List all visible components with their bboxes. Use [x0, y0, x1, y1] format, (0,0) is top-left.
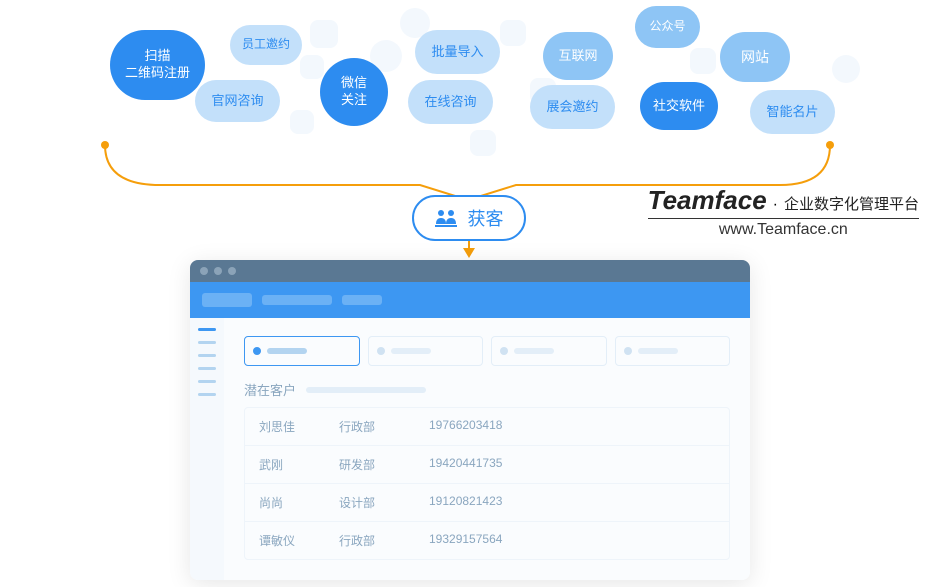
table-row[interactable]: 尚尚 设计部 19120821423: [245, 484, 729, 522]
tab[interactable]: [368, 336, 484, 366]
cell-phone: 19120821423: [429, 494, 715, 511]
sidebar-item[interactable]: [198, 328, 216, 331]
bubble-wechat-follow: 微信 关注: [320, 58, 388, 126]
cell-dept: 设计部: [339, 494, 429, 511]
center-node-label: 获客: [468, 205, 504, 231]
window-dot: [214, 267, 222, 275]
brand-name: Teamface: [648, 185, 767, 216]
sidebar-item[interactable]: [198, 341, 216, 344]
header-logo-placeholder: [202, 293, 252, 307]
bubble-employee-invite: 员工邀约: [230, 25, 302, 65]
cell-dept: 行政部: [339, 418, 429, 435]
sidebar-item[interactable]: [198, 393, 216, 396]
table-row[interactable]: 刘思佳 行政部 19766203418: [245, 408, 729, 446]
bubble-exhibition: 展会邀约: [530, 85, 615, 129]
cell-name: 武刚: [259, 456, 339, 473]
sidebar-item[interactable]: [198, 354, 216, 357]
cell-name: 尚尚: [259, 494, 339, 511]
app-header: [190, 282, 750, 318]
titlebar: [190, 260, 750, 282]
bubble-official-account: 公众号: [635, 6, 700, 48]
header-nav-placeholder: [342, 295, 382, 305]
cell-phone: 19420441735: [429, 456, 715, 473]
table-row[interactable]: 谭敏仪 行政部 19329157564: [245, 522, 729, 559]
people-icon: [434, 208, 458, 228]
bubble-batch-import: 批量导入: [415, 30, 500, 74]
section-placeholder: [306, 387, 426, 393]
bubble-online-consult: 在线咨询: [408, 80, 493, 124]
tab[interactable]: [244, 336, 360, 366]
main-content: 潜在客户 刘思佳 行政部 19766203418 武刚 研发部 19420441…: [224, 318, 750, 580]
tab[interactable]: [491, 336, 607, 366]
sidebar-item[interactable]: [198, 380, 216, 383]
tab[interactable]: [615, 336, 731, 366]
bubble-website: 网站: [720, 32, 790, 82]
cell-phone: 19329157564: [429, 532, 715, 549]
section-title: 潜在客户: [244, 380, 296, 399]
brand-tagline: 企业数字化管理平台: [784, 193, 919, 214]
cell-dept: 研发部: [339, 456, 429, 473]
cell-name: 刘思佳: [259, 418, 339, 435]
header-nav-placeholder: [262, 295, 332, 305]
sidebar: [190, 318, 224, 580]
bubble-internet: 互联网: [543, 32, 613, 80]
cell-name: 谭敏仪: [259, 532, 339, 549]
section-header: 潜在客户: [244, 380, 730, 399]
window-dot: [200, 267, 208, 275]
cell-dept: 行政部: [339, 532, 429, 549]
tab-row: [244, 336, 730, 366]
table-row[interactable]: 武刚 研发部 19420441735: [245, 446, 729, 484]
center-node-acquire: 获客: [412, 195, 526, 241]
cell-phone: 19766203418: [429, 418, 715, 435]
brand-url: www.Teamface.cn: [648, 221, 919, 239]
app-window: 潜在客户 刘思佳 行政部 19766203418 武刚 研发部 19420441…: [190, 260, 750, 580]
brand-block: Teamface · 企业数字化管理平台 www.Teamface.cn: [648, 185, 919, 239]
window-dot: [228, 267, 236, 275]
bubble-smart-card: 智能名片: [750, 90, 835, 134]
sidebar-item[interactable]: [198, 367, 216, 370]
bubble-social: 社交软件: [640, 82, 718, 130]
brand-dot: ·: [773, 196, 778, 214]
bubble-official-consult: 官网咨询: [195, 80, 280, 122]
bubble-scan-qr: 扫描 二维码注册: [110, 30, 205, 100]
customer-table: 刘思佳 行政部 19766203418 武刚 研发部 19420441735 尚…: [244, 407, 730, 560]
